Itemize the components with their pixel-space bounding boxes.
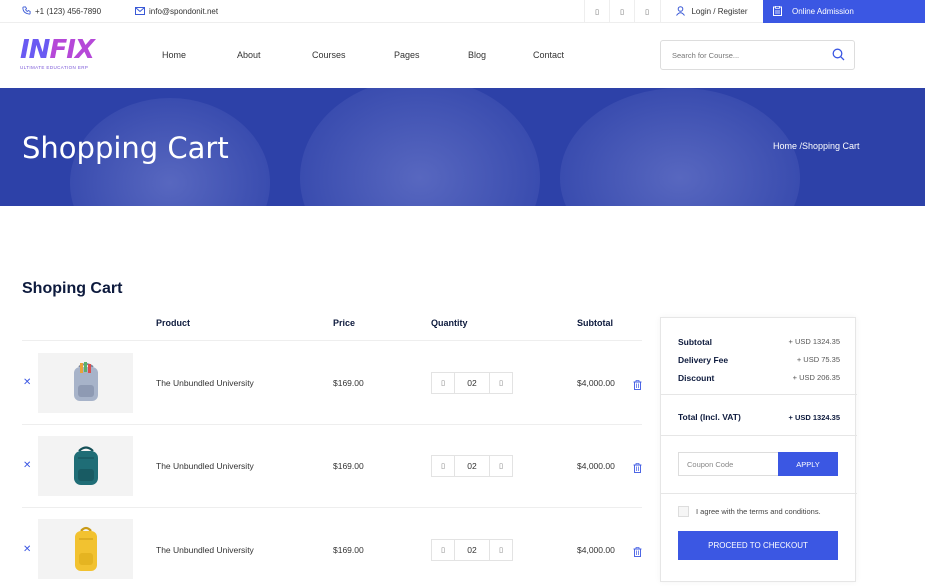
course-search xyxy=(660,40,855,70)
trash-icon[interactable] xyxy=(633,544,642,562)
product-name[interactable]: The Unbundled University xyxy=(156,461,254,471)
phone-text: +1 (123) 456-7890 xyxy=(35,7,102,16)
facebook-icon[interactable]: ▯ xyxy=(584,0,609,23)
logo[interactable]: INFIX ULTIMATE EDUCATION ERP xyxy=(20,35,95,70)
increase-button[interactable]: ▯ xyxy=(489,373,512,393)
coupon-field xyxy=(678,452,778,476)
summary-divider xyxy=(661,394,857,395)
remove-item-icon[interactable]: ✕ xyxy=(23,544,31,555)
search-input[interactable] xyxy=(672,50,822,60)
trash-icon[interactable] xyxy=(633,460,642,478)
row-divider xyxy=(22,340,642,341)
phone-contact[interactable]: +1 (123) 456-7890 xyxy=(22,0,101,23)
phone-icon xyxy=(22,6,31,17)
summary-divider xyxy=(661,435,857,436)
row-divider xyxy=(22,507,642,508)
decrease-button[interactable]: ▯ xyxy=(432,373,455,393)
quantity-stepper: ▯ 02 ▯ xyxy=(431,372,513,394)
delivery-fee-label: Delivery Fee xyxy=(678,355,729,365)
proceed-to-checkout-button[interactable]: PROCEED TO CHECKOUT xyxy=(678,531,838,560)
nav-pages[interactable]: Pages xyxy=(394,50,420,60)
product-price: $169.00 xyxy=(333,378,364,388)
order-summary: Subtotal + USD 1324.35 Delivery Fee + US… xyxy=(660,317,857,582)
row-divider xyxy=(22,424,642,425)
main-header: INFIX ULTIMATE EDUCATION ERP Home About … xyxy=(0,23,925,88)
item-subtotal: $4,000.00 xyxy=(577,545,615,555)
coupon-input[interactable] xyxy=(687,459,777,469)
product-image xyxy=(38,436,133,496)
total-label: Total (Incl. VAT) xyxy=(678,412,741,422)
column-price: Price xyxy=(333,318,356,328)
quantity-value[interactable]: 02 xyxy=(455,373,489,393)
backpack-icon xyxy=(73,362,98,401)
terms-label: I agree with the terms and conditions. xyxy=(696,507,821,516)
banner-photo-overlay xyxy=(300,88,540,206)
quantity-value[interactable]: 02 xyxy=(455,456,489,476)
column-product: Product xyxy=(156,318,191,328)
top-bar: +1 (123) 456-7890 info@spondonit.net ▯ ▯… xyxy=(0,0,925,23)
quantity-stepper: ▯ 02 ▯ xyxy=(431,455,513,477)
nav-about[interactable]: About xyxy=(237,50,261,60)
login-label: Login / Register xyxy=(691,7,748,16)
subtotal-label: Subtotal xyxy=(678,337,712,347)
remove-item-icon[interactable]: ✕ xyxy=(23,377,31,388)
discount-value: + USD 206.35 xyxy=(792,373,840,382)
product-name[interactable]: The Unbundled University xyxy=(156,378,254,388)
item-subtotal: $4,000.00 xyxy=(577,378,615,388)
nav-blog[interactable]: Blog xyxy=(468,50,486,60)
instagram-icon[interactable]: ▯ xyxy=(634,0,659,23)
quantity-value[interactable]: 02 xyxy=(455,540,489,560)
logo-wordmark: INFIX xyxy=(20,35,95,65)
trash-icon[interactable] xyxy=(633,377,642,395)
quantity-stepper: ▯ 02 ▯ xyxy=(431,539,513,561)
email-text: info@spondonit.net xyxy=(149,7,219,16)
banner-photo-overlay xyxy=(560,88,800,206)
logo-tagline: ULTIMATE EDUCATION ERP xyxy=(20,65,89,70)
product-price: $169.00 xyxy=(333,461,364,471)
delivery-fee-value: + USD 75.35 xyxy=(796,355,840,364)
total-value: + USD 1324.35 xyxy=(788,413,841,422)
cart-heading: Shoping Cart xyxy=(22,280,123,297)
nav-contact[interactable]: Contact xyxy=(533,50,564,60)
product-image xyxy=(38,519,133,579)
discount-label: Discount xyxy=(678,373,715,383)
user-icon xyxy=(676,5,686,18)
backpack-icon xyxy=(74,526,97,571)
backpack-icon xyxy=(73,446,98,485)
decrease-button[interactable]: ▯ xyxy=(432,456,455,476)
search-icon[interactable] xyxy=(832,48,845,66)
product-image xyxy=(38,353,133,413)
subtotal-value: + USD 1324.35 xyxy=(788,337,841,346)
terms-agreement: I agree with the terms and conditions. xyxy=(678,506,821,517)
login-register-link[interactable]: Login / Register xyxy=(660,0,763,23)
email-contact[interactable]: info@spondonit.net xyxy=(135,0,218,23)
apply-coupon-button[interactable]: APPLY xyxy=(778,452,838,476)
column-subtotal: Subtotal xyxy=(577,318,613,328)
decrease-button[interactable]: ▯ xyxy=(432,540,455,560)
page-title: Shopping Cart xyxy=(22,131,229,165)
admission-form-icon xyxy=(773,5,782,18)
increase-button[interactable]: ▯ xyxy=(489,540,512,560)
product-price: $169.00 xyxy=(333,545,364,555)
item-subtotal: $4,000.00 xyxy=(577,461,615,471)
admission-label: Online Admission xyxy=(792,7,854,16)
breadcrumb[interactable]: Home /Shopping Cart xyxy=(773,141,860,151)
product-name[interactable]: The Unbundled University xyxy=(156,545,254,555)
twitter-icon[interactable]: ▯ xyxy=(609,0,634,23)
column-quantity: Quantity xyxy=(431,318,468,328)
nav-home[interactable]: Home xyxy=(162,50,186,60)
online-admission-button[interactable]: Online Admission xyxy=(763,0,925,23)
summary-divider xyxy=(661,493,857,494)
terms-checkbox[interactable] xyxy=(678,506,689,517)
nav-courses[interactable]: Courses xyxy=(312,50,346,60)
mail-icon xyxy=(135,6,145,17)
remove-item-icon[interactable]: ✕ xyxy=(23,460,31,471)
increase-button[interactable]: ▯ xyxy=(489,456,512,476)
page-banner: Shopping Cart Home /Shopping Cart xyxy=(0,88,925,206)
